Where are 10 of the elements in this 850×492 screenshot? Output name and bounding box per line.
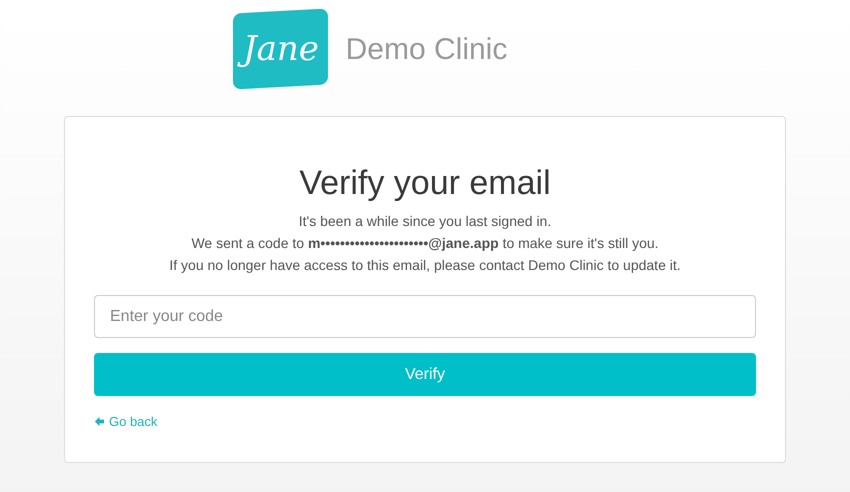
page-title: Verify your email: [299, 163, 551, 204]
arrow-left-icon: [94, 416, 105, 428]
info-text: We sent a code to m••••••••••••••••••••••@jane.app to make sure it's still you.: [191, 234, 659, 253]
go-back-link[interactable]: Go back: [94, 412, 158, 432]
clinic-name: Demo Clinic: [346, 32, 508, 68]
logo-mark: Jane: [232, 8, 328, 90]
info-text: It's been a while since you last signed in.: [298, 212, 552, 231]
verify-button[interactable]: Verify: [94, 353, 756, 396]
code-input-field[interactable]: Enter your code: [94, 295, 756, 338]
info-text: If you no longer have access to this email, please contact Demo Clinic to update it.: [169, 256, 681, 275]
